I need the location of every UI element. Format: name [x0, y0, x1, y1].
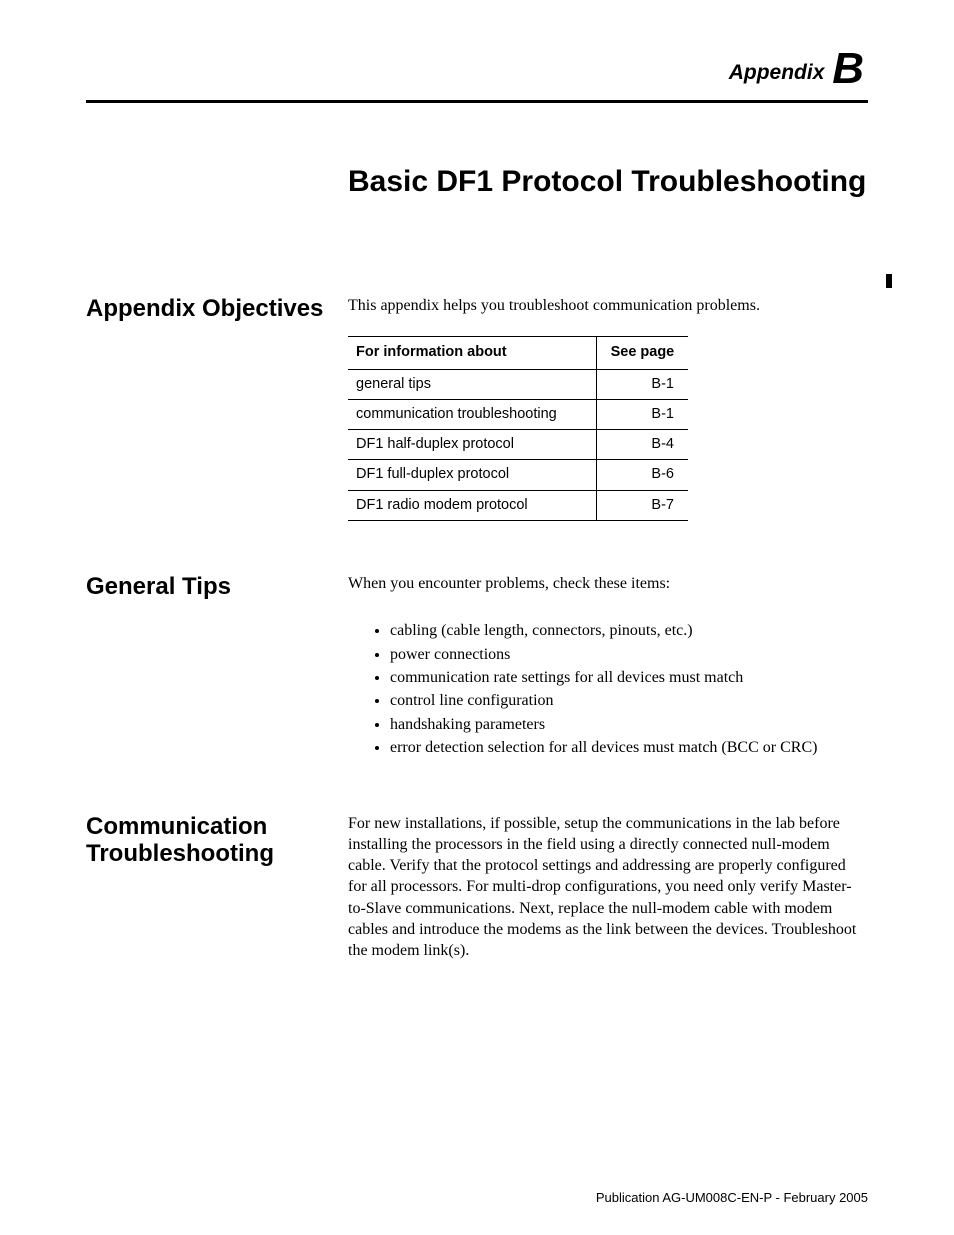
change-bar [886, 274, 892, 288]
header-rule [86, 100, 868, 103]
page-title: Basic DF1 Protocol Troubleshooting [348, 165, 868, 199]
section-heading-general-tips: General Tips [86, 573, 348, 601]
table-cell-page: B-1 [596, 369, 688, 399]
list-item: communication rate settings for all devi… [390, 667, 868, 689]
table-row: DF1 radio modem protocol B-7 [348, 490, 688, 520]
list-item: power connections [390, 644, 868, 666]
appendix-label-prefix: Appendix [729, 61, 825, 84]
objectives-table: For information about See page general t… [348, 336, 688, 521]
section-comm-troubleshooting: Communication Troubleshooting For new in… [86, 813, 868, 962]
list-item: handshaking parameters [390, 714, 868, 736]
table-cell-page: B-6 [596, 460, 688, 490]
table-cell-topic: DF1 radio modem protocol [348, 490, 596, 520]
section-general-tips: General Tips When you encounter problems… [86, 573, 868, 761]
table-row: general tips B-1 [348, 369, 688, 399]
table-header-topic: For information about [348, 337, 596, 369]
table-row: DF1 full-duplex protocol B-6 [348, 460, 688, 490]
comm-troubleshooting-body: For new installations, if possible, setu… [348, 813, 868, 962]
table-cell-page: B-1 [596, 399, 688, 429]
table-header-page: See page [596, 337, 688, 369]
table-cell-topic: DF1 full-duplex protocol [348, 460, 596, 490]
section-heading-objectives: Appendix Objectives [86, 295, 348, 323]
table-row: communication troubleshooting B-1 [348, 399, 688, 429]
general-tips-list: cabling (cable length, connectors, pinou… [348, 620, 868, 759]
appendix-letter: B [832, 44, 864, 93]
section-heading-comm-troubleshooting: Communication Troubleshooting [86, 813, 348, 868]
list-item: control line configuration [390, 690, 868, 712]
table-cell-page: B-4 [596, 430, 688, 460]
table-cell-topic: general tips [348, 369, 596, 399]
list-item: error detection selection for all device… [390, 737, 868, 759]
table-cell-page: B-7 [596, 490, 688, 520]
appendix-header: Appendix B [86, 44, 868, 94]
table-cell-topic: DF1 half-duplex protocol [348, 430, 596, 460]
objectives-intro: This appendix helps you troubleshoot com… [348, 295, 868, 316]
page-footer: Publication AG-UM008C-EN-P - February 20… [596, 1190, 868, 1205]
table-cell-topic: communication troubleshooting [348, 399, 596, 429]
table-row: DF1 half-duplex protocol B-4 [348, 430, 688, 460]
list-item: cabling (cable length, connectors, pinou… [390, 620, 868, 642]
section-objectives: Appendix Objectives This appendix helps … [86, 295, 868, 521]
general-tips-intro: When you encounter problems, check these… [348, 573, 868, 594]
